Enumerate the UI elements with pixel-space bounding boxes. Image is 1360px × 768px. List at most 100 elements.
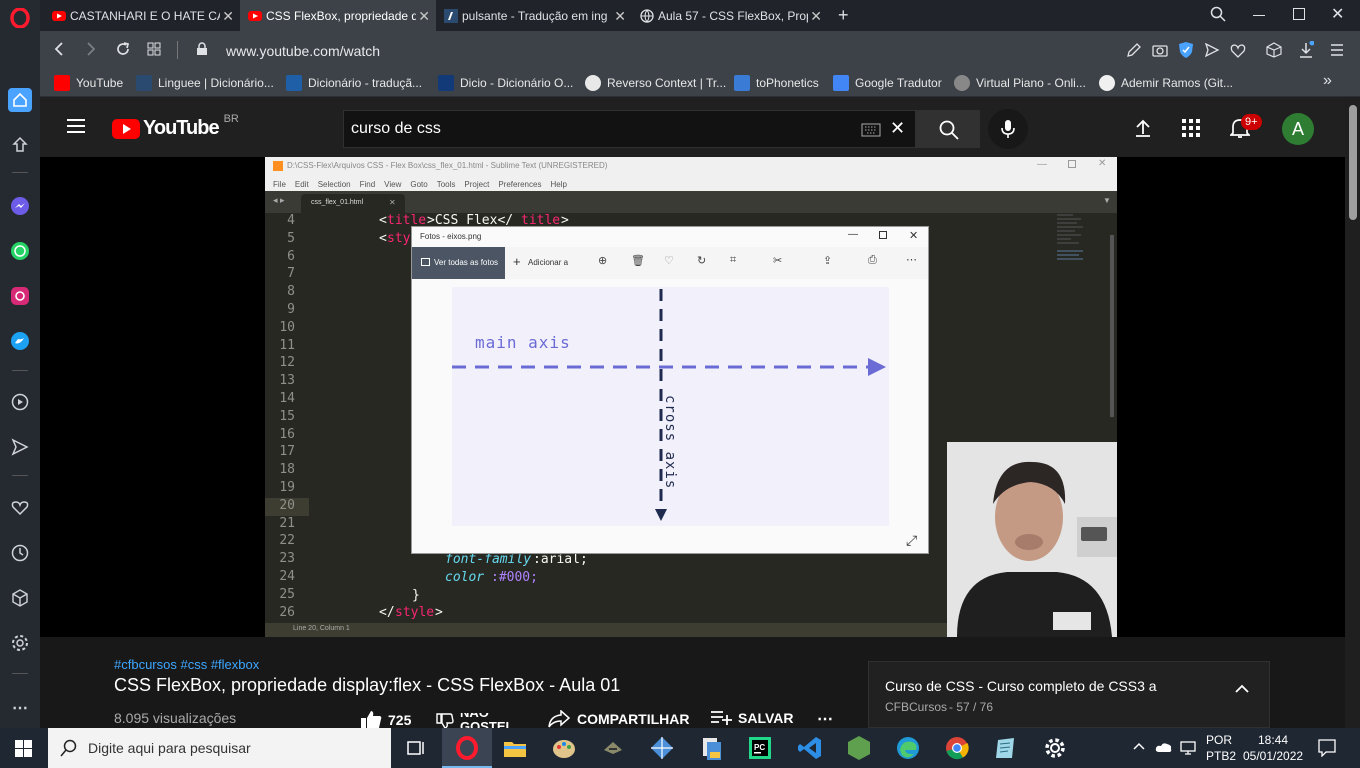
apps-grid-icon[interactable]: [1182, 119, 1200, 137]
show-hidden-icons-chevron-icon[interactable]: [1133, 741, 1145, 751]
download-icon[interactable]: [1298, 41, 1314, 59]
clear-search-icon[interactable]: ✕: [890, 118, 905, 139]
instagram-icon[interactable]: [8, 284, 32, 308]
keyboard-layout-indicator[interactable]: PTB2: [1206, 749, 1236, 763]
edit-icon[interactable]: [1126, 42, 1142, 58]
twitter-icon[interactable]: [8, 329, 32, 353]
scrollbar-thumb[interactable]: [1349, 105, 1357, 220]
close-tab-icon[interactable]: ✕: [810, 8, 822, 25]
collapse-chevron-up-icon[interactable]: [1235, 684, 1249, 694]
pycharm-icon[interactable]: PC: [746, 734, 774, 762]
adblock-shield-icon[interactable]: [1178, 41, 1194, 59]
tab-pulsante[interactable]: pulsante - Tradução em ing ✕: [436, 0, 632, 31]
keyboard-icon[interactable]: [861, 123, 881, 137]
clock-date[interactable]: 05/01/2022: [1243, 749, 1303, 763]
flow-send-icon[interactable]: [1204, 42, 1220, 58]
tabs-grid-icon[interactable]: [147, 42, 161, 56]
hashtags-link[interactable]: #cfbcursos #css #flexbox: [114, 657, 259, 672]
opera-logo-icon[interactable]: [8, 6, 32, 30]
hamburger-menu-icon[interactable]: [67, 119, 85, 133]
youtube-logo[interactable]: YouTube BR: [112, 113, 239, 140]
voice-search-button[interactable]: [988, 109, 1028, 149]
player-icon[interactable]: [8, 390, 32, 414]
tab-aula-57[interactable]: Aula 57 - CSS FlexBox, Prop ✕: [632, 0, 828, 31]
avatar[interactable]: A: [1282, 113, 1314, 145]
settings-gear-icon[interactable]: [1041, 734, 1069, 762]
line-number: 6: [287, 248, 295, 264]
bookmarks-overflow-icon[interactable]: »: [1323, 72, 1332, 90]
minimize-icon[interactable]: [1253, 15, 1265, 16]
file-explorer-icon[interactable]: [501, 734, 529, 762]
lock-icon[interactable]: [196, 42, 208, 56]
close-tab-icon[interactable]: ✕: [614, 8, 626, 25]
opera-taskbar-button[interactable]: [442, 728, 492, 768]
onedrive-cloud-icon[interactable]: [1155, 741, 1173, 753]
settings-icon[interactable]: [8, 631, 32, 655]
reload-icon[interactable]: [115, 41, 131, 57]
send-icon[interactable]: [8, 435, 32, 459]
google-translate-icon: [833, 75, 849, 91]
more-actions-icon[interactable]: ⋯: [817, 709, 833, 729]
line-number: 16: [279, 426, 295, 442]
dislike-button[interactable]: NÃO GOSTEI: [436, 713, 516, 728]
video-title: CSS FlexBox, propriedade display:flex - …: [114, 675, 621, 695]
taskbar-search-box[interactable]: Digite aqui para pesquisar: [48, 728, 391, 768]
playlist-panel[interactable]: Curso de CSS - Curso completo de CSS3 a …: [868, 661, 1270, 728]
clock-time[interactable]: 18:44: [1258, 733, 1288, 747]
camera-icon[interactable]: [1152, 42, 1168, 58]
bookmark-virtual-piano[interactable]: Virtual Piano - Onli...: [954, 74, 1086, 92]
heart-icon[interactable]: [8, 496, 32, 520]
pin-icon[interactable]: [8, 133, 32, 157]
bookmark-github[interactable]: Ademir Ramos (Git...: [1099, 74, 1233, 92]
tab-css-flexbox[interactable]: CSS FlexBox, propriedade d ✕: [240, 0, 436, 31]
whatsapp-icon[interactable]: [8, 239, 32, 263]
bookmark-dicio[interactable]: Dicio - Dicionário O...: [438, 74, 573, 92]
close-tab-icon[interactable]: ✕: [418, 8, 430, 25]
tab-search-icon[interactable]: [1210, 6, 1226, 22]
close-window-icon[interactable]: ✕: [1331, 4, 1344, 24]
windows-start-icon[interactable]: [15, 740, 32, 757]
edge-icon[interactable]: [894, 734, 922, 762]
network-icon[interactable]: [1180, 740, 1198, 756]
extensions-cube-icon[interactable]: [1266, 42, 1282, 58]
notification-center-icon[interactable]: [1318, 739, 1336, 757]
bookmark-label: Reverso Context | Tr...: [607, 76, 727, 90]
task-view-icon[interactable]: [402, 734, 430, 762]
chrome-icon[interactable]: [943, 734, 971, 762]
bookmark-youtube[interactable]: YouTube: [54, 74, 123, 92]
messenger-icon[interactable]: [8, 194, 32, 218]
restore-icon[interactable]: [1293, 8, 1305, 20]
bookmark-dicionario[interactable]: Dicionário - traduçã...: [286, 74, 422, 92]
bookmark-reverso[interactable]: Reverso Context | Tr...: [585, 74, 726, 92]
bookmark-tophonetics[interactable]: toPhonetics: [734, 74, 819, 92]
like-button[interactable]: 725: [360, 710, 411, 730]
favorite-heart-icon[interactable]: [1230, 43, 1246, 58]
bookmark-linguee[interactable]: Linguee | Dicionário...: [136, 74, 274, 92]
documents-app-icon[interactable]: [697, 734, 725, 762]
close-tab-icon[interactable]: ✕: [222, 8, 234, 25]
forward-icon[interactable]: [84, 41, 98, 57]
network-app-icon[interactable]: [648, 734, 676, 762]
search-button[interactable]: [916, 110, 980, 148]
url-field[interactable]: www.youtube.com/watch: [226, 43, 380, 59]
save-button[interactable]: SALVAR: [710, 710, 793, 726]
share-button[interactable]: COMPARTILHAR: [548, 710, 690, 728]
home-icon[interactable]: [8, 88, 32, 112]
paint-icon[interactable]: [550, 734, 578, 762]
history-icon[interactable]: [8, 541, 32, 565]
back-icon[interactable]: [52, 41, 66, 57]
search-input[interactable]: curso de css ✕: [343, 110, 916, 148]
upload-icon[interactable]: [1133, 118, 1153, 138]
bookmark-google-tradutor[interactable]: Google Tradutor: [833, 74, 942, 92]
vscode-icon[interactable]: [796, 734, 824, 762]
notepad-app-icon[interactable]: [992, 734, 1020, 762]
new-tab-icon[interactable]: +: [838, 5, 849, 26]
language-indicator[interactable]: POR: [1206, 733, 1232, 747]
more-icon[interactable]: ⋯: [8, 696, 32, 720]
tab-castanhari[interactable]: CASTANHARI E O HATE CA ✕: [44, 0, 240, 31]
page-scrollbar[interactable]: [1345, 97, 1360, 728]
menu-lines-icon[interactable]: [1330, 43, 1344, 57]
box-icon[interactable]: [8, 586, 32, 610]
gaming-app-icon[interactable]: [599, 734, 627, 762]
nodejs-icon[interactable]: [845, 734, 873, 762]
